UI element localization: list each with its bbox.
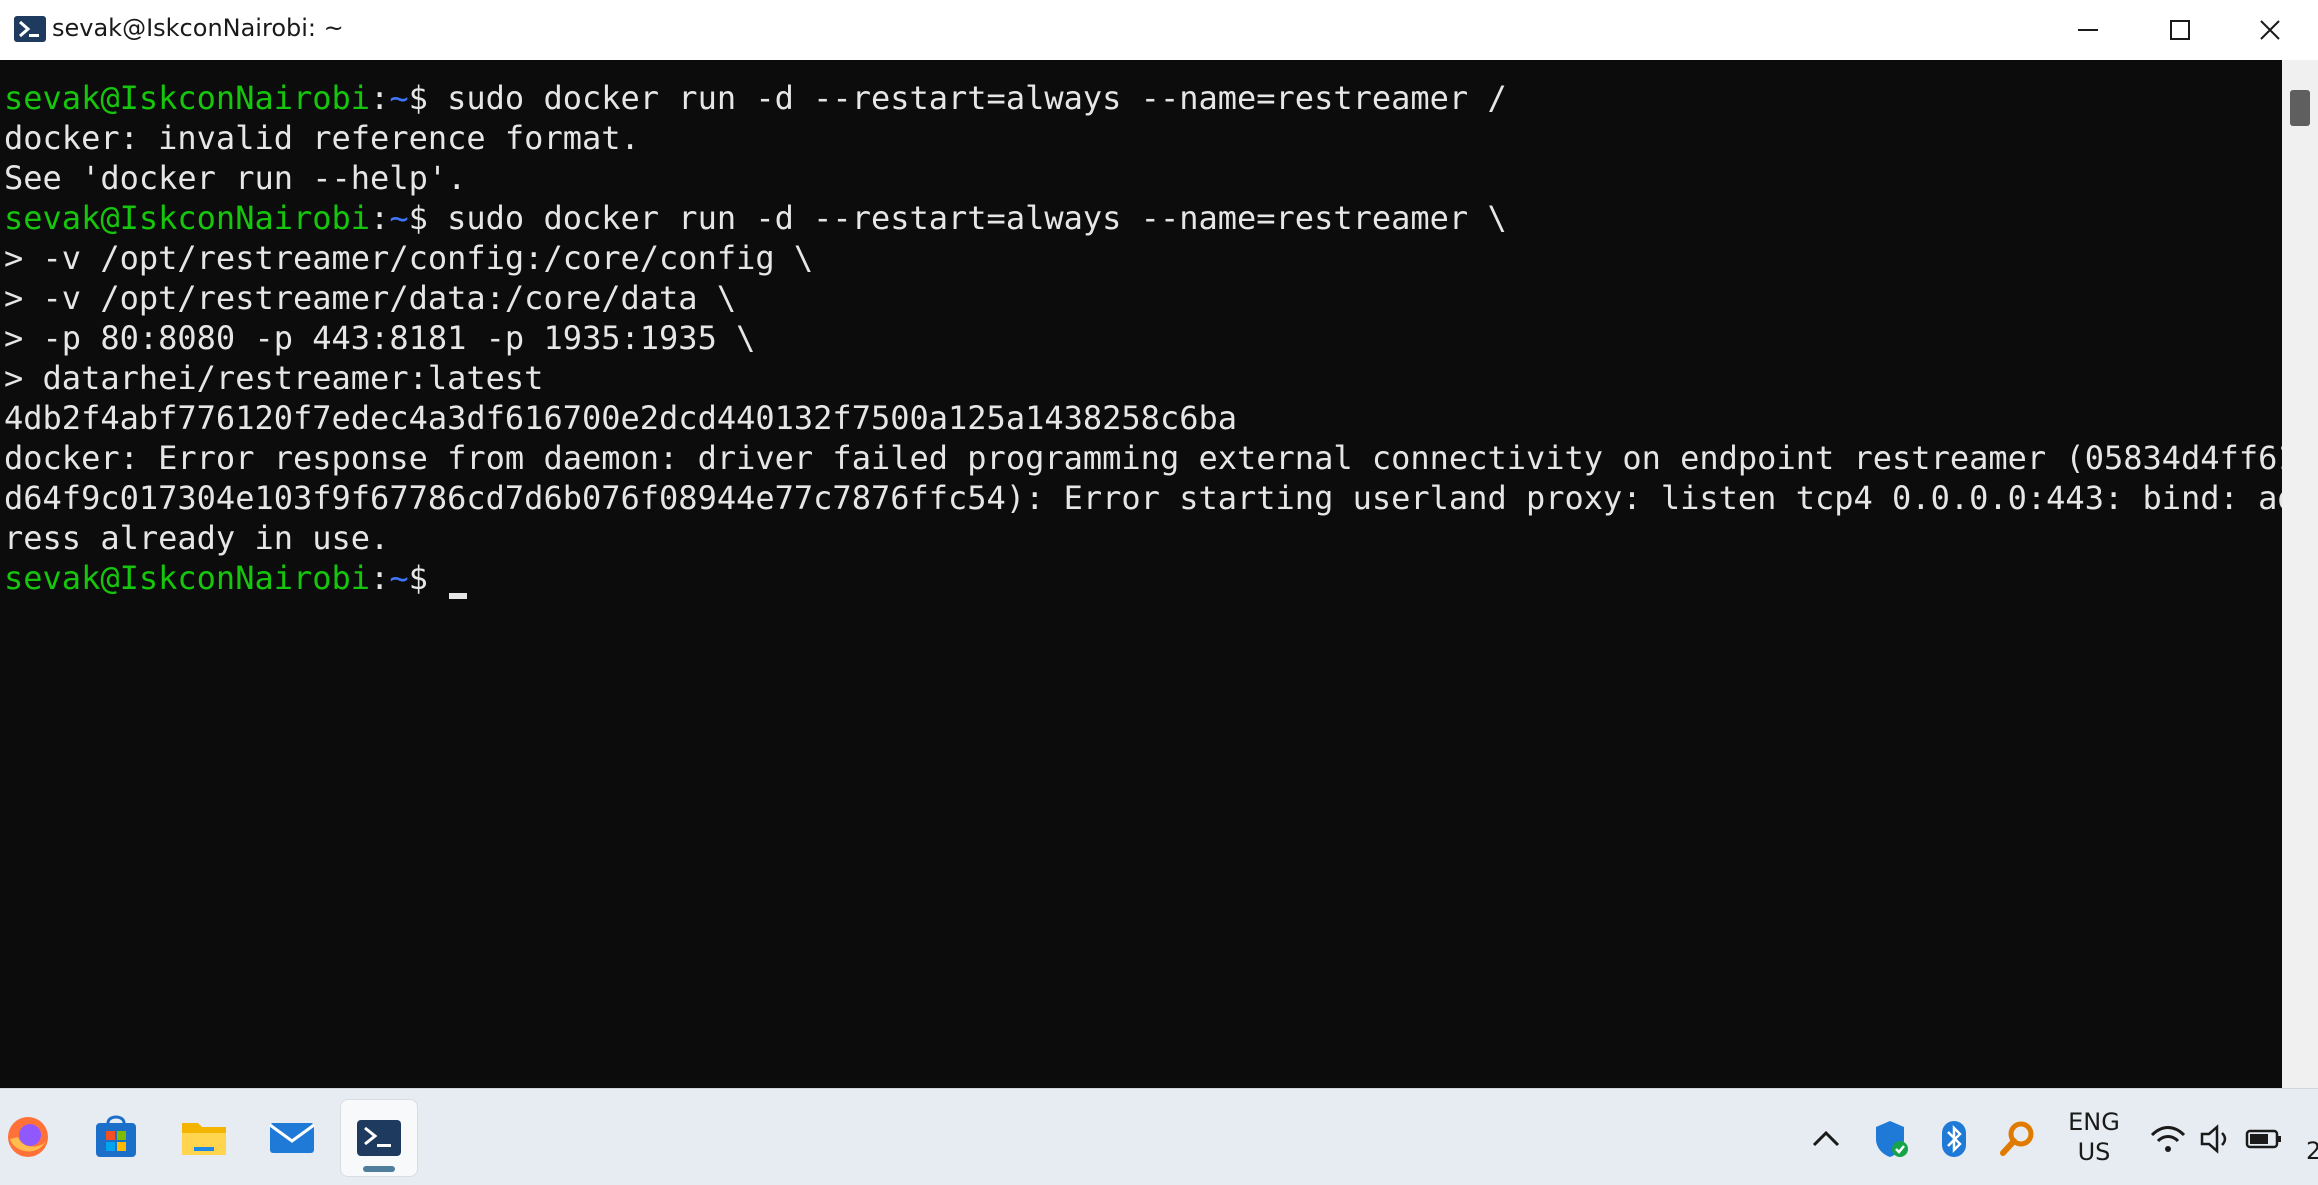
terminal-line: 4db2f4abf776120f7edec4a3df616700e2dcd440… [4, 399, 1237, 437]
terminal-line: > datarhei/restreamer:latest [4, 359, 544, 397]
active-app-indicator [363, 1166, 395, 1172]
terminal-line: ress already in use. [4, 519, 390, 557]
taskbar-app-store[interactable] [78, 1099, 154, 1175]
terminal-line: sevak@IskconNairobi:~$ sudo docker run -… [4, 198, 1507, 238]
chevron-up-icon [1812, 1130, 1840, 1147]
window-title: sevak@IskconNairobi: ~ [52, 14, 344, 42]
terminal-line: sevak@IskconNairobi:~$ sudo docker run -… [4, 78, 1507, 118]
minimize-icon [2078, 29, 2098, 31]
battery-button[interactable] [2244, 1119, 2284, 1159]
maximize-icon [2170, 20, 2190, 40]
maximize-button[interactable] [2134, 0, 2226, 60]
clock-partial[interactable]: 2 [2306, 1137, 2318, 1165]
terminal-output[interactable]: sevak@IskconNairobi:~$ sudo docker run -… [0, 60, 2282, 1088]
prompt-user: sevak@IskconNairobi [4, 79, 371, 117]
volume-icon [2200, 1124, 2227, 1154]
terminal-line: d64f9c017304e103f9f67786cd7d6b076f08944e… [4, 479, 2282, 517]
region-code: US [2077, 1138, 2111, 1166]
bluetooth-icon [1942, 1121, 1966, 1157]
wifi-icon [2150, 1126, 2186, 1152]
battery-icon [2245, 1129, 2281, 1149]
prompt-user: sevak@IskconNairobi [4, 559, 371, 597]
network-button[interactable] [2148, 1119, 2188, 1159]
minimize-button[interactable] [2042, 0, 2134, 60]
terminal-line: sevak@IskconNairobi:~$ [4, 558, 468, 599]
volume-button[interactable] [2196, 1119, 2236, 1159]
microsoft-store-icon [96, 1115, 136, 1157]
language-code: ENG [2068, 1108, 2120, 1136]
terminal-line: > -p 80:8080 -p 443:8181 -p 1935:1935 \ [4, 319, 756, 357]
terminal-line: docker: invalid reference format. [4, 119, 640, 157]
prompt-separator: : [370, 199, 390, 237]
mail-icon [269, 1123, 315, 1153]
text-cursor [449, 593, 468, 599]
search-magnifier-icon [2000, 1121, 2034, 1156]
show-hidden-icons-button[interactable] [1806, 1119, 1846, 1159]
terminal-line: > -v /opt/restreamer/data:/core/data \ [4, 279, 737, 317]
taskbar-app-terminal[interactable] [340, 1099, 418, 1177]
terminal-line: > -v /opt/restreamer/config:/core/config… [4, 239, 814, 277]
prompt-user: sevak@IskconNairobi [4, 199, 371, 237]
vertical-scrollbar[interactable] [2282, 60, 2318, 1088]
close-button[interactable] [2224, 0, 2316, 60]
prompt-path: ~ [389, 199, 409, 237]
taskbar-app-mail[interactable] [254, 1099, 330, 1175]
powershell-icon [14, 16, 46, 42]
search-tool-button[interactable] [1998, 1119, 2038, 1159]
taskbar-app-firefox[interactable] [0, 1099, 66, 1175]
prompt-path: ~ [389, 79, 409, 117]
windows-security-icon [1876, 1121, 1908, 1157]
command-text: $ sudo docker run -d --restart=always --… [408, 199, 1507, 237]
taskbar: ENG US 2 [0, 1088, 2318, 1185]
scrollbar-thumb[interactable] [2290, 90, 2310, 126]
prompt-separator: : [370, 559, 390, 597]
terminal-icon [357, 1120, 401, 1156]
window-title-bar[interactable]: sevak@IskconNairobi: ~ [0, 0, 2318, 61]
terminal-line: See 'docker run --help'. [4, 159, 467, 197]
taskbar-app-file-explorer[interactable] [166, 1099, 242, 1175]
command-text: $ [408, 559, 448, 597]
input-language-indicator[interactable]: ENG US [2066, 1107, 2122, 1167]
firefox-icon [8, 1117, 48, 1157]
terminal-line: docker: Error response from daemon: driv… [4, 439, 2282, 477]
windows-security-button[interactable] [1870, 1119, 1910, 1159]
prompt-path: ~ [389, 559, 409, 597]
file-explorer-icon [182, 1123, 226, 1155]
close-icon [2260, 20, 2280, 40]
command-text: $ sudo docker run -d --restart=always --… [408, 79, 1507, 117]
prompt-separator: : [370, 79, 390, 117]
bluetooth-button[interactable] [1934, 1119, 1974, 1159]
